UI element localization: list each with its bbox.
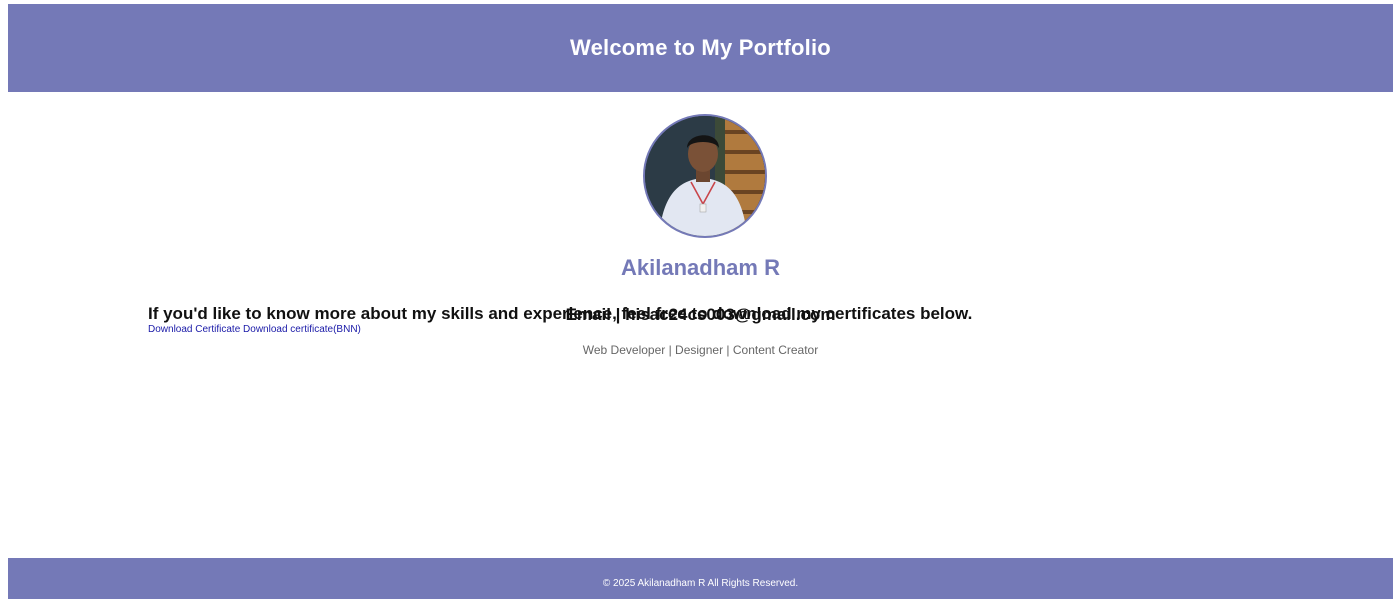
roles-line: Web Developer | Designer | Content Creat… bbox=[582, 343, 819, 357]
download-certificate-bnn-link[interactable]: Download certificate(BNN) bbox=[243, 324, 361, 335]
page: Welcome to My Portfolio Akilanadham R Em… bbox=[8, 4, 1393, 599]
download-certificate-link[interactable]: Download Certificate bbox=[148, 324, 240, 335]
profile-photo bbox=[643, 114, 767, 238]
header: Welcome to My Portfolio bbox=[8, 4, 1393, 92]
profile-name: Akilanadham R bbox=[621, 255, 780, 280]
profile-photo-image bbox=[645, 116, 765, 236]
page-title: Welcome to My Portfolio bbox=[570, 35, 831, 60]
footer: © 2025 Akilanadham R All Rights Reserved… bbox=[8, 558, 1393, 599]
intro-text: If you'd like to know more about my skil… bbox=[148, 304, 973, 323]
footer-copyright: © 2025 Akilanadham R All Rights Reserved… bbox=[602, 578, 799, 589]
download-links: Download Certificate Download certificat… bbox=[148, 324, 361, 335]
